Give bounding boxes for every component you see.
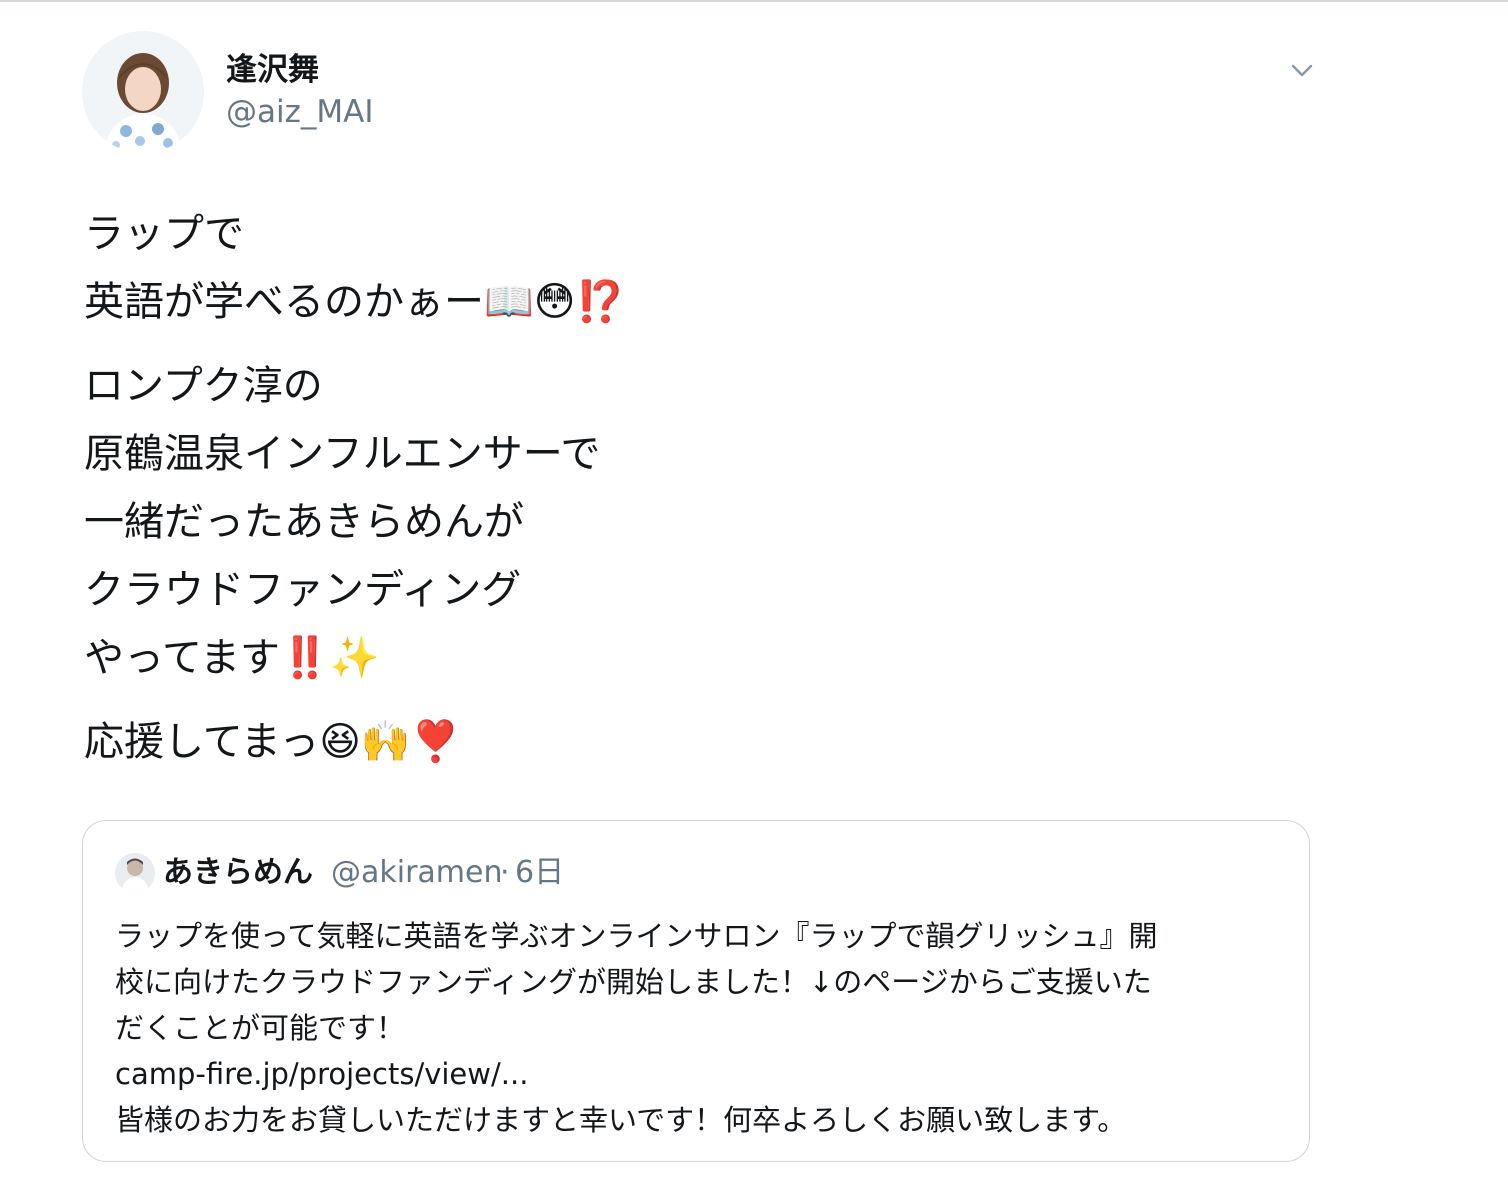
quoted-author-avatar[interactable]: [115, 853, 155, 893]
quoted-link-line: camp-fire.jp/projects/view/...: [115, 1051, 1285, 1097]
quoted-tweet-text: ラップを使って気軽に英語を学ぶオンラインサロン『ラップで韻グリッシュ』開 校に向…: [115, 913, 1285, 1143]
quoted-author-handle[interactable]: @akiramen: [331, 853, 503, 893]
tweet-paragraph: 応援してまっ😆🙌❣️: [84, 708, 1314, 776]
tweet-line: ラップで: [84, 211, 244, 257]
chevron-down-icon[interactable]: [1284, 58, 1320, 84]
tweet-text: ラップで 英語が学べるのかぁー📖😳⁉️ ロンプク淳の 原鶴温泉インフルエンサーで…: [84, 200, 1314, 776]
tweet-line: 英語が学べるのかぁー📖😳⁉️: [84, 279, 626, 325]
quoted-line: 皆様のお力をお貸しいただけますと幸いです！何卒よろしくお願い致します。: [115, 1103, 1127, 1137]
tweet-line: 一緒だったあきらめんが: [84, 499, 524, 545]
tweet: 逢沢舞 @aiz_MAI ラップで 英語が学べるのかぁー📖😳⁉️ ロンプク淳の …: [0, 0, 1508, 1183]
author-name[interactable]: 逢沢舞: [226, 50, 319, 90]
quoted-line: 校に向けたクラウドファンディングが開始しました！↓のページからご支援いた: [115, 965, 1152, 999]
author-avatar-image: [82, 31, 204, 153]
tweet-line: やってます‼️✨: [84, 635, 380, 681]
tweet-paragraph: ロンプク淳の 原鶴温泉インフルエンサーで 一緒だったあきらめんが クラウドファン…: [84, 352, 1314, 692]
quoted-avatar-image: [115, 853, 155, 893]
quoted-timestamp[interactable]: 6日: [515, 853, 564, 893]
tweet-line: 原鶴温泉インフルエンサーで: [84, 431, 601, 477]
quoted-line: だくことが可能です！: [115, 1011, 406, 1045]
author-avatar[interactable]: [82, 31, 204, 153]
quoted-line: ラップを使って気軽に英語を学ぶオンラインサロン『ラップで韻グリッシュ』開: [115, 919, 1158, 953]
quoted-separator: ·: [500, 855, 510, 890]
tweet-line: ロンプク淳の: [84, 363, 323, 409]
tweet-paragraph: ラップで 英語が学べるのかぁー📖😳⁉️: [84, 200, 1314, 336]
quoted-tweet[interactable]: あきらめん @akiramen · 6日 ラップを使って気軽に英語を学ぶオンライ…: [82, 820, 1310, 1162]
quoted-author-name[interactable]: あきらめん: [163, 853, 313, 893]
tweet-line: 応援してまっ😆🙌❣️: [84, 719, 461, 765]
tweet-line: クラウドファンディング: [84, 567, 522, 613]
quoted-link[interactable]: camp-fire.jp/projects/view/...: [115, 1057, 528, 1091]
author-handle[interactable]: @aiz_MAI: [226, 92, 373, 132]
